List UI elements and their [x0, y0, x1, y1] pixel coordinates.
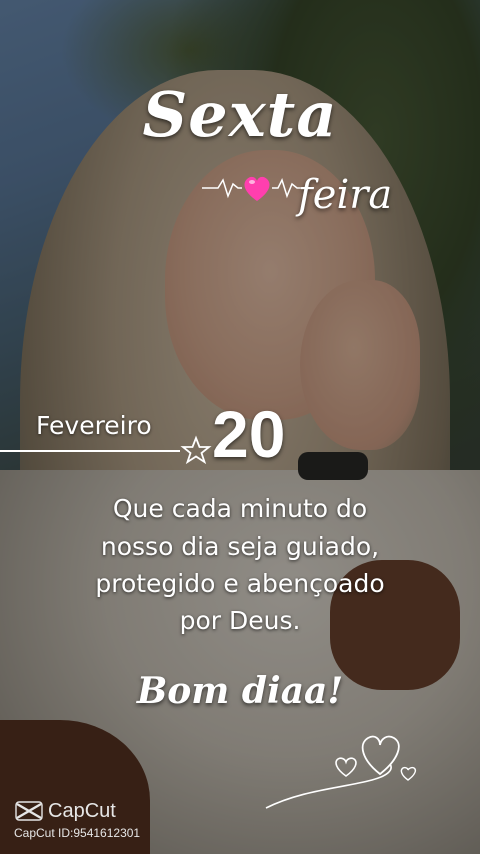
message-line: por Deus. — [179, 606, 301, 635]
heartbeat-heart-icon — [202, 176, 312, 201]
text-overlay: Sexta feira Fevereiro 20 Que cada minuto… — [0, 0, 480, 854]
hearts-swirl-icon — [265, 735, 417, 809]
title-weekday-suffix: feira — [298, 172, 393, 218]
star-outline-icon — [0, 435, 212, 465]
greeting-text: Bom diaa! — [136, 670, 344, 712]
capcut-id-label: CapCut ID:9541612301 — [14, 826, 141, 840]
day-number: 20 — [212, 397, 286, 471]
message-line: protegido e abençoado — [95, 569, 385, 598]
capcut-watermark: CapCut — [14, 798, 116, 824]
message-line: Que cada minuto do — [112, 494, 368, 523]
title-weekday: Sexta — [142, 78, 338, 151]
capcut-logo-icon — [15, 801, 43, 821]
message-line: nosso dia seja guiado, — [100, 532, 380, 561]
capcut-brand-label: CapCut — [48, 799, 116, 822]
